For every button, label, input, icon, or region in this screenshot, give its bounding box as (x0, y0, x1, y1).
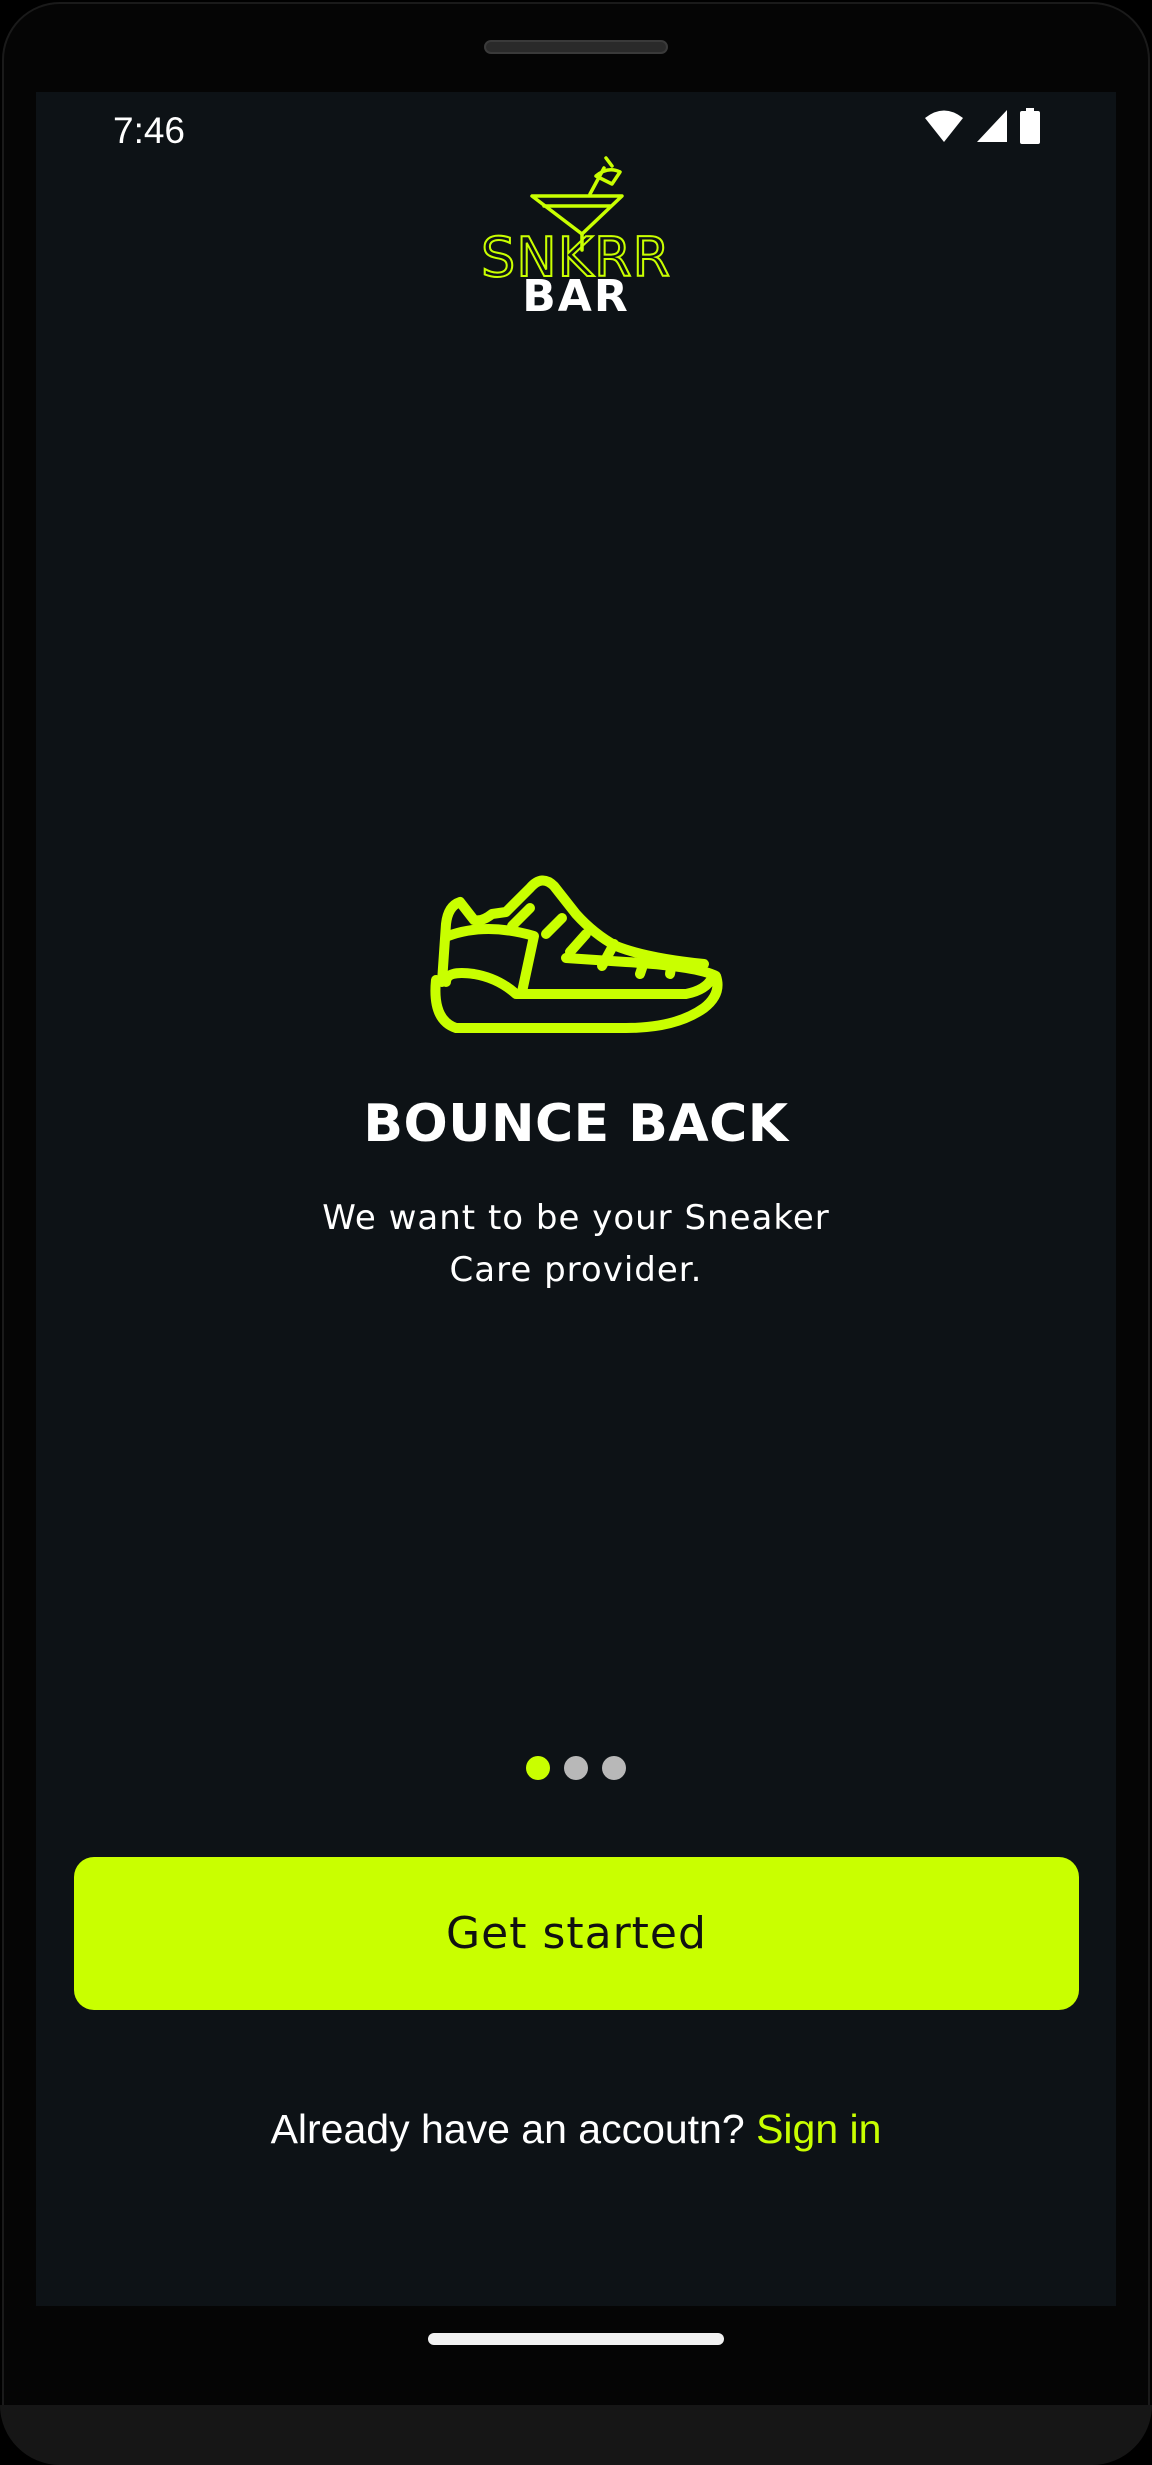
speaker-grille (484, 40, 668, 54)
logo-text-bar: BAR (522, 271, 629, 314)
pager-dot[interactable] (564, 1756, 588, 1780)
home-indicator[interactable] (428, 2333, 724, 2345)
sneaker-icon (426, 862, 726, 1042)
battery-icon (1020, 108, 1040, 144)
onboarding-description: We want to be your Sneaker Care provider… (322, 1198, 830, 1290)
app-screen: 7:46 SNKRR BAR BOUNCE BACK We want to be… (36, 92, 1116, 2306)
snkrr-bar-logo: SNKRR BAR (472, 154, 680, 322)
signin-row: Already have an accoutn? Sign in (36, 2106, 1116, 2153)
status-icons (924, 108, 1040, 144)
get-started-button[interactable]: Get started (74, 1857, 1079, 2010)
onboarding-title: BOUNCE BACK (363, 1094, 789, 1154)
pager-indicator (36, 1756, 1116, 1780)
cellular-signal-icon (977, 110, 1007, 142)
status-time: 7:46 (113, 110, 186, 151)
signin-prompt: Already have an accoutn? (270, 2106, 757, 2152)
pager-dot-active[interactable] (526, 1756, 550, 1780)
sign-in-link[interactable]: Sign in (756, 2106, 881, 2152)
bottom-bezel (0, 2405, 1152, 2465)
device-frame: 7:46 SNKRR BAR BOUNCE BACK We want to be… (0, 0, 1152, 2465)
pager-dot[interactable] (602, 1756, 626, 1780)
wifi-icon (925, 110, 963, 142)
